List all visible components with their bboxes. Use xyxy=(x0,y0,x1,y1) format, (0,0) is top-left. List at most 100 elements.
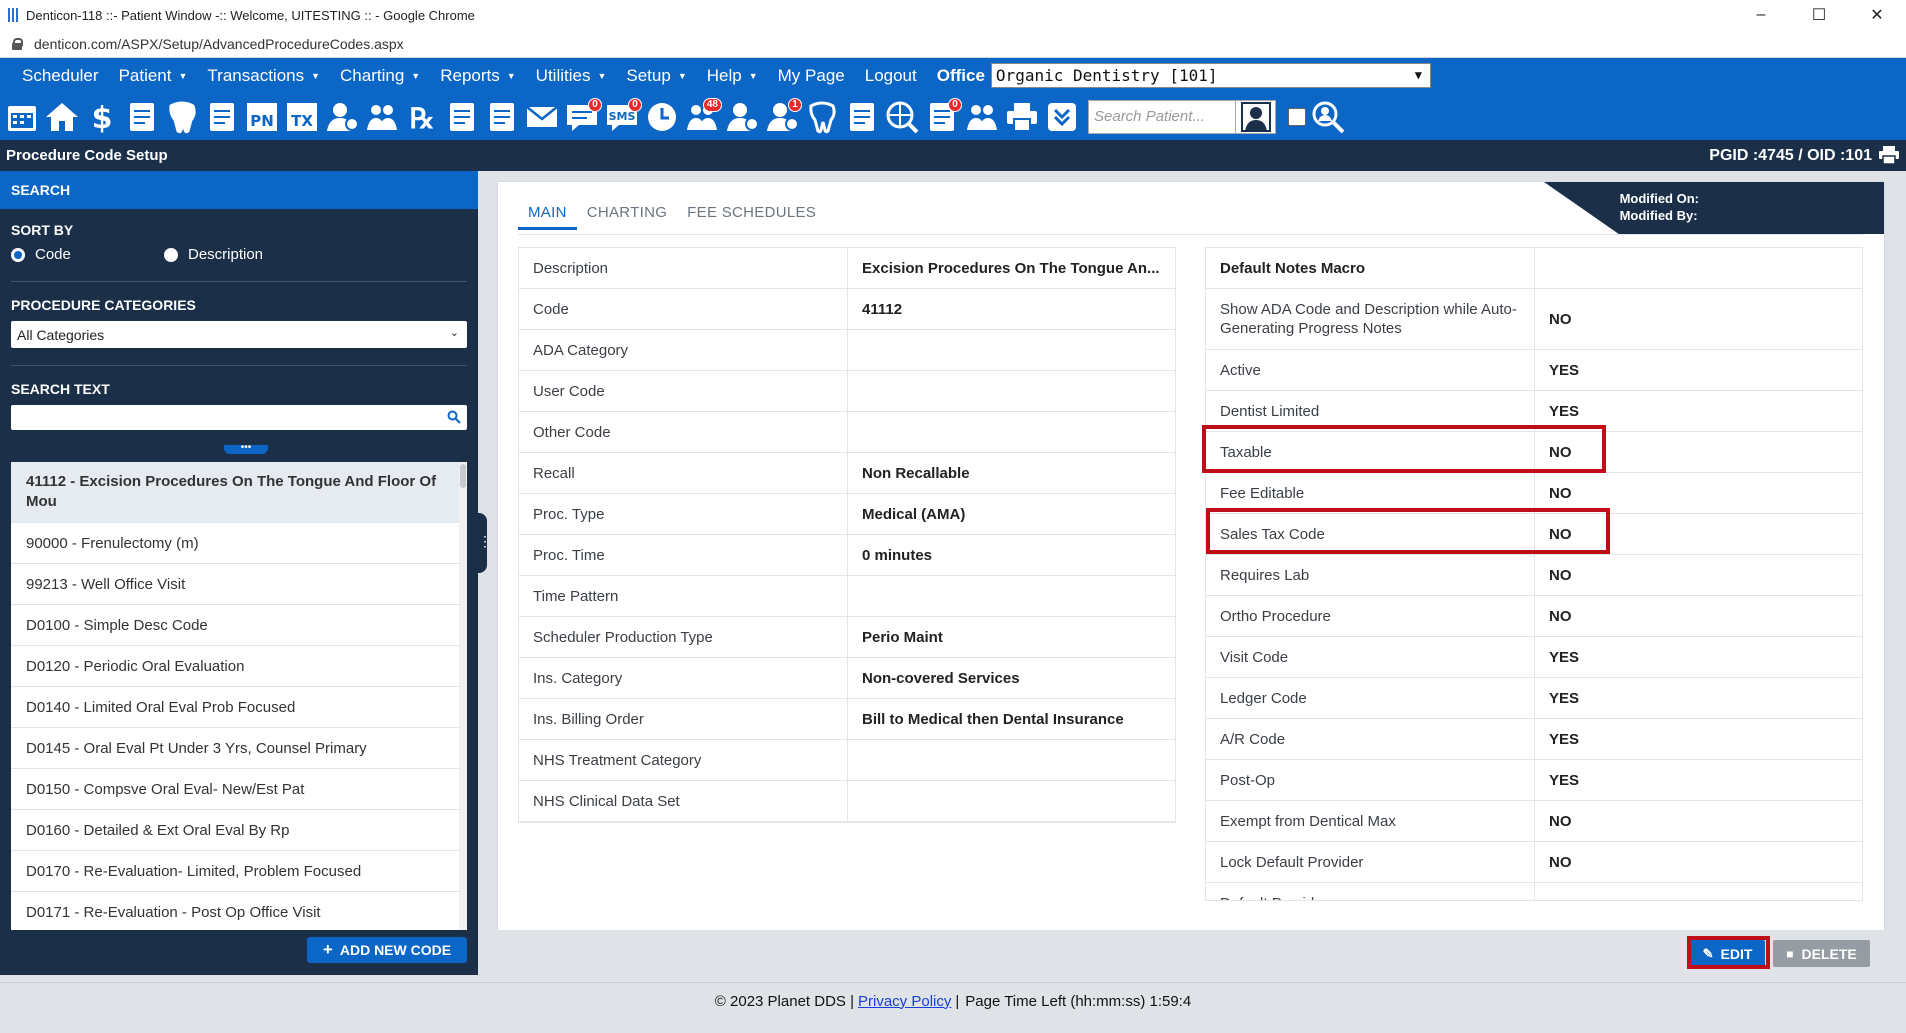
menu-setup[interactable]: Setup ▼ xyxy=(616,66,696,86)
field-label: Default Notes Macro xyxy=(1206,248,1535,288)
pn-icon[interactable]: PN xyxy=(244,98,280,136)
document-icon[interactable] xyxy=(484,98,520,136)
collapse-grip-handle[interactable]: ••• xyxy=(224,443,268,454)
search-icon[interactable] xyxy=(447,410,461,424)
web-search-icon[interactable] xyxy=(884,98,920,136)
alert-person-icon[interactable]: 1 xyxy=(764,97,802,136)
close-window-button[interactable]: ✕ xyxy=(1848,0,1906,30)
menu-reports[interactable]: Reports ▼ xyxy=(430,66,525,86)
procedure-detail-panel: Modified On: Modified By: MAIN CHARTING … xyxy=(497,181,1885,975)
list-item[interactable]: D0160 - Detailed & Ext Oral Eval By Rp xyxy=(11,810,467,851)
field-label: Recall xyxy=(519,453,848,493)
support-icon[interactable] xyxy=(724,98,760,136)
clipboard-pen-icon[interactable] xyxy=(124,98,160,136)
rx-icon[interactable]: ℞ xyxy=(404,98,440,136)
detail-tabs: MAIN CHARTING FEE SCHEDULES xyxy=(518,204,826,230)
sort-description-radio[interactable] xyxy=(164,247,178,262)
tx-icon[interactable]: TX xyxy=(284,98,320,136)
sms-icon[interactable]: SMS 0 xyxy=(604,97,642,136)
field-label: ADA Category xyxy=(519,330,848,370)
list-scrollbar[interactable] xyxy=(459,462,467,930)
field-value: 41112 xyxy=(862,300,903,318)
search-patient-input[interactable]: Search Patient... xyxy=(1088,99,1236,134)
menu-my-page[interactable]: My Page xyxy=(768,66,855,86)
tab-fee-schedules[interactable]: FEE SCHEDULES xyxy=(677,204,826,230)
dental-chart-icon[interactable] xyxy=(204,98,240,136)
list-item[interactable]: 99213 - Well Office Visit xyxy=(11,564,467,605)
help-doc-icon[interactable] xyxy=(844,98,880,136)
toolbar-checkbox[interactable] xyxy=(1288,107,1306,126)
mail-icon[interactable] xyxy=(524,98,560,136)
field-label: Ortho Procedure xyxy=(1206,596,1535,636)
tabs-underline xyxy=(518,234,1863,235)
list-item[interactable]: D0171 - Re-Evaluation - Post Op Office V… xyxy=(11,892,467,930)
table-row: Ins. Billing Order Bill to Medical then D… xyxy=(519,699,1175,740)
search-text-input[interactable] xyxy=(11,405,467,430)
field-value: YES xyxy=(1549,771,1580,789)
field-label: Time Pattern xyxy=(519,576,848,616)
list-item[interactable]: D0170 - Re-Evaluation- Limited, Problem … xyxy=(11,851,467,892)
field-value: Medical (AMA) xyxy=(862,505,966,523)
menu-transactions[interactable]: Transactions ▼ xyxy=(197,66,330,86)
menu-logout[interactable]: Logout xyxy=(855,66,927,86)
delete-button[interactable]: ■ DELETE xyxy=(1773,940,1870,967)
add-patient-icon[interactable] xyxy=(324,98,360,136)
field-label: Default Provider xyxy=(1206,883,1535,900)
tooth-outline-icon[interactable] xyxy=(804,98,840,136)
globe-users-icon[interactable]: 48 xyxy=(684,97,722,136)
privacy-policy-link[interactable]: Privacy Policy xyxy=(858,993,951,1010)
footer-separator: | xyxy=(955,992,960,1010)
home-icon[interactable] xyxy=(44,98,80,136)
menu-scheduler[interactable]: Scheduler xyxy=(12,66,109,86)
tab-charting[interactable]: CHARTING xyxy=(577,204,677,230)
list-item[interactable]: 90000 - Frenulectomy (m) xyxy=(11,523,467,564)
office-select[interactable]: Organic Dentistry [101] ▼ xyxy=(990,63,1431,88)
clock-icon[interactable] xyxy=(644,98,680,136)
table-row: Visit Code YES xyxy=(1206,637,1862,678)
url-text[interactable]: denticon.com/ASPX/Setup/AdvancedProcedur… xyxy=(34,36,404,52)
procedure-code-list: 41112 - Excision Procedures On The Tongu… xyxy=(11,462,467,930)
maximize-button[interactable]: ☐ xyxy=(1790,0,1848,30)
field-value xyxy=(848,412,1175,452)
patient-search-avatar-icon[interactable] xyxy=(1236,99,1276,134)
flags-fields-table: Default Notes Macro Show ADA Code and Des… xyxy=(1205,247,1863,901)
patient-search-icon[interactable] xyxy=(1310,98,1346,136)
group-icon[interactable] xyxy=(964,98,1000,136)
chat-icon[interactable]: 0 xyxy=(564,97,602,136)
list-item[interactable]: 41112 - Excision Procedures On The Tongu… xyxy=(11,462,467,523)
procedure-categories-select[interactable]: All Categories ⌄ xyxy=(11,321,467,348)
sort-description-option[interactable]: Description xyxy=(164,246,263,263)
add-new-code-button[interactable]: + ADD NEW CODE xyxy=(307,937,467,963)
print-icon[interactable] xyxy=(1878,146,1900,164)
sort-code-radio[interactable] xyxy=(11,247,25,262)
menu-charting[interactable]: Charting ▼ xyxy=(330,66,430,86)
table-row: Default Notes Macro xyxy=(1206,248,1862,289)
tab-main[interactable]: MAIN xyxy=(518,204,577,230)
inbox-down-icon[interactable] xyxy=(1044,98,1080,136)
list-item[interactable]: D0100 - Simple Desc Code xyxy=(11,605,467,646)
list-item[interactable]: D0145 - Oral Eval Pt Under 3 Yrs, Counse… xyxy=(11,728,467,769)
field-label: Ins. Category xyxy=(519,658,848,698)
add-family-icon[interactable] xyxy=(364,98,400,136)
list-item[interactable]: D0120 - Periodic Oral Evaluation xyxy=(11,646,467,687)
list-item[interactable]: D0140 - Limited Oral Eval Prob Focused xyxy=(11,687,467,728)
menu-patient[interactable]: Patient ▼ xyxy=(109,66,198,86)
minimize-button[interactable]: – xyxy=(1732,0,1790,30)
dollar-icon[interactable]: $ xyxy=(84,98,120,136)
field-label: Visit Code xyxy=(1206,637,1535,677)
denticon-favicon-icon xyxy=(8,8,18,22)
checklist-icon[interactable]: 0 xyxy=(924,97,962,136)
field-value: YES xyxy=(1549,648,1580,666)
tooth-icon[interactable] xyxy=(164,98,200,136)
sort-code-option[interactable]: Code xyxy=(11,246,71,263)
add-patient-icon-glyph xyxy=(327,102,359,131)
address-bar[interactable]: denticon.com/ASPX/Setup/AdvancedProcedur… xyxy=(0,30,1906,58)
splitter-handle[interactable] xyxy=(478,513,492,573)
menu-utilities[interactable]: Utilities ▼ xyxy=(526,66,617,86)
printer-icon[interactable] xyxy=(1004,98,1040,136)
calendar-icon[interactable] xyxy=(4,98,40,136)
menu-help[interactable]: Help ▼ xyxy=(697,66,768,86)
notes-icon[interactable] xyxy=(444,98,480,136)
list-item[interactable]: D0150 - Compsve Oral Eval- New/Est Pat xyxy=(11,769,467,810)
field-value xyxy=(848,576,1175,616)
